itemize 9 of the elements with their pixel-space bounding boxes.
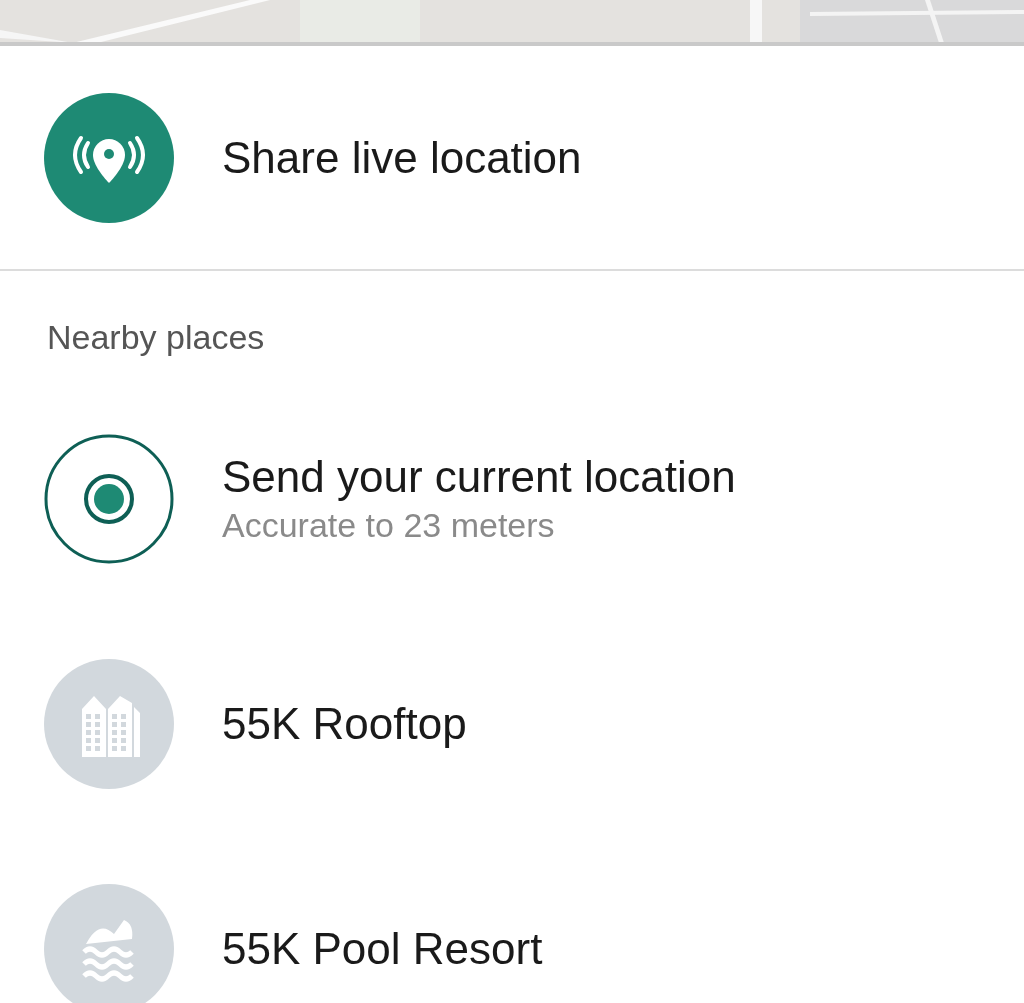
live-location-icon[interactable] [44, 92, 174, 223]
accuracy-text: Accurate to 23 meters [222, 505, 556, 546]
building-icon [44, 659, 174, 789]
location-target-icon [44, 434, 174, 564]
share-live-location-label[interactable]: Share live location [222, 131, 582, 184]
place-title[interactable]: 55K Rooftop [222, 698, 467, 750]
place-title[interactable]: 55K Pool Resort [222, 923, 543, 975]
place-title[interactable]: Send your current location [222, 451, 736, 503]
section-heading: Nearby places [47, 317, 265, 357]
